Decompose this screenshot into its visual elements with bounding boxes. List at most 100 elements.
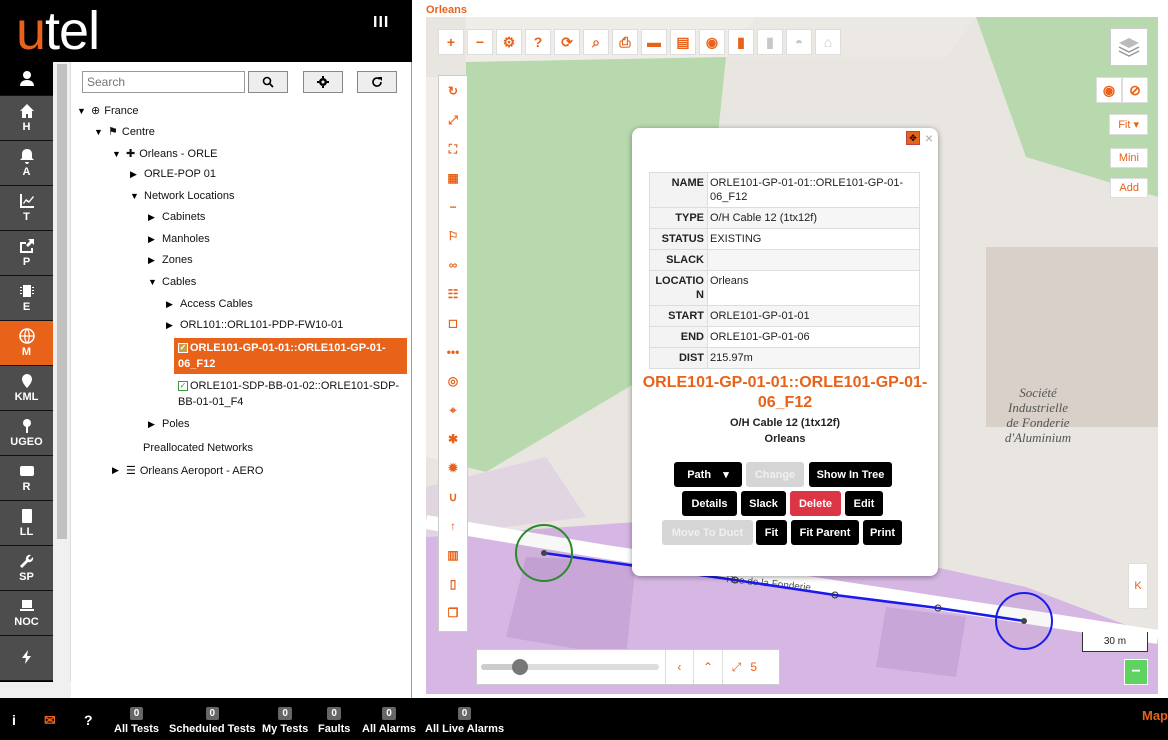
tree-node-network-locations[interactable]: ▼ Network Locations [130,190,235,202]
move-to-duct-button[interactable]: Move To Duct [662,520,753,545]
help-icon[interactable]: ? [84,712,93,728]
print-button[interactable]: ⎙ [612,29,638,55]
tree-node-fw10[interactable]: ▶ ORL101::ORL101-PDP-FW10-01 [166,319,343,331]
hide-eye-icon[interactable]: ⊘ [1122,77,1148,103]
draw-line-tool[interactable]: ⤢ [440,107,466,133]
copy-tool[interactable]: ❐ [440,600,466,626]
delete-button[interactable]: Delete [790,491,841,516]
show-eye-icon[interactable]: ◉ [1096,77,1122,103]
search-button[interactable] [248,71,288,93]
nav-kml[interactable]: KML [0,366,53,411]
magnet-tool[interactable]: ∪ [440,484,466,510]
asterisk-tool[interactable]: ✱ [440,426,466,452]
up-button[interactable]: ⌃ [693,650,722,684]
nav-tests[interactable]: T [0,186,53,231]
sign-tool[interactable]: ☷ [440,281,466,307]
mini-button[interactable]: Mini [1109,148,1148,168]
nav-ll[interactable]: LL [0,501,53,546]
tree-node-poles[interactable]: ▶ Poles [148,418,190,430]
table-tool[interactable]: ▦ [440,165,466,191]
bookmark-button[interactable]: ▮ [728,29,754,55]
edit-button[interactable]: Edit [845,491,883,516]
zoom-out-button[interactable]: − [467,29,493,55]
details-button[interactable]: Details [682,491,737,516]
zoom-in-button[interactable]: + [438,29,464,55]
expanded-arrow-icon[interactable]: ▼ [148,277,158,287]
map-search-button[interactable]: ⌕ [583,29,609,55]
collapsed-arrow-icon[interactable]: ▶ [148,212,158,223]
map-settings-button[interactable]: ⚙ [496,29,522,55]
stat-scheduled-tests[interactable]: 0 Scheduled Tests [169,707,256,735]
scrollbar-thumb[interactable] [57,64,67,539]
bookmark-disabled-button[interactable]: ▮ [757,29,783,55]
map-refresh-button[interactable]: ⟳ [554,29,580,55]
expanded-arrow-icon[interactable]: ▼ [112,149,122,159]
rotate-tool[interactable]: ↻ [440,78,466,104]
fit-button[interactable]: Fit [756,520,787,545]
slider-knob[interactable] [512,659,529,675]
book-button[interactable]: ▤ [670,29,696,55]
fit-dropdown[interactable]: Fit ▾ [1109,114,1148,135]
tree-node-access-cables[interactable]: ▶ Access Cables [166,298,253,310]
nav-r[interactable]: R [0,456,53,501]
sidebar-scrollbar[interactable] [53,62,71,698]
nav-user[interactable] [0,62,53,96]
refresh-button[interactable] [357,71,397,93]
cog-tool[interactable]: ✹ [440,455,466,481]
nav-home[interactable]: H [0,96,53,141]
path-dropdown[interactable]: Path ▾ [674,462,742,487]
layers-button[interactable] [1110,28,1148,66]
expanded-arrow-icon[interactable]: ▼ [77,106,87,116]
info-icon[interactable]: i [12,712,16,728]
tree-node-aero[interactable]: ▶ ☰ Orleans Aeroport - AERO [112,464,263,478]
collapsed-arrow-icon[interactable]: ▶ [148,255,158,266]
settings-button[interactable] [303,71,343,93]
home-map-button[interactable]: ⌂ [815,29,841,55]
slack-button[interactable]: Slack [741,491,786,516]
tree-node-orleans[interactable]: ▼ ✚ Orleans - ORLE [112,147,217,161]
expanded-arrow-icon[interactable]: ▼ [94,127,104,137]
duct-tool[interactable]: ∞ [440,252,466,278]
nav-equipment[interactable]: E [0,276,53,321]
tree-node-pop[interactable]: ▶ ORLE-POP 01 [130,168,216,180]
flag-tool[interactable]: ⚐ [440,223,466,249]
add-button[interactable]: Add [1110,178,1148,198]
stat-my-tests[interactable]: 0 My Tests [262,707,308,735]
checkbox-icon[interactable]: ✓ [178,343,188,354]
select-area-tool[interactable]: ⛶ [440,136,466,162]
collapsed-arrow-icon[interactable]: ▶ [166,299,176,310]
tree-node-sdp-cable[interactable]: ✓ ORLE101-SDP-BB-01-02::ORLE101-SDP-BB-01… [178,378,403,410]
map-canvas[interactable]: Rue de la Fonderie Société Industrielle … [426,17,1158,694]
nav-map[interactable]: M [0,321,53,366]
nav-sp[interactable]: SP [0,546,53,591]
nav-ugeo[interactable]: UGEO [0,411,53,456]
tree-node-cables[interactable]: ▼ Cables [148,276,196,288]
print-popup-button[interactable]: Print [863,520,902,545]
k-button[interactable]: K [1128,563,1148,609]
target-tool[interactable]: ◎ [440,368,466,394]
help-button[interactable]: ? [525,29,551,55]
antenna-tool[interactable]: ⌖ [440,397,466,423]
collapsed-arrow-icon[interactable]: ▶ [112,465,122,476]
measure-button[interactable]: ▬ [641,29,667,55]
fit-parent-button[interactable]: Fit Parent [791,520,859,545]
collapsed-arrow-icon[interactable]: ▶ [148,234,158,245]
collapsed-arrow-icon[interactable]: ▶ [166,320,176,331]
search-input[interactable] [82,71,245,93]
more-tool[interactable]: ••• [440,339,466,365]
menu-toggle-icon[interactable]: III [373,14,389,32]
tree-node-selected-cable[interactable]: ✓ ORLE101-GP-01-01::ORLE101-GP-01-06_F12 [174,338,407,374]
building-tool[interactable]: ▥ [440,542,466,568]
vector-tool[interactable]: ◻ [440,310,466,336]
stat-all-tests[interactable]: 0 All Tests [114,707,159,735]
minus-tool[interactable]: − [440,194,466,220]
tree-node-cabinets[interactable]: ▶ Cabinets [148,211,205,223]
expanded-arrow-icon[interactable]: ▼ [130,191,140,201]
change-button[interactable]: Change [746,462,804,487]
close-icon[interactable]: × [925,130,933,146]
nav-alarms[interactable]: A [0,141,53,186]
view-button[interactable]: ◉ [699,29,725,55]
nav-p[interactable]: P [0,231,53,276]
move-icon[interactable]: ✥ [906,131,920,145]
tree-node-manholes[interactable]: ▶ Manholes [148,233,210,245]
